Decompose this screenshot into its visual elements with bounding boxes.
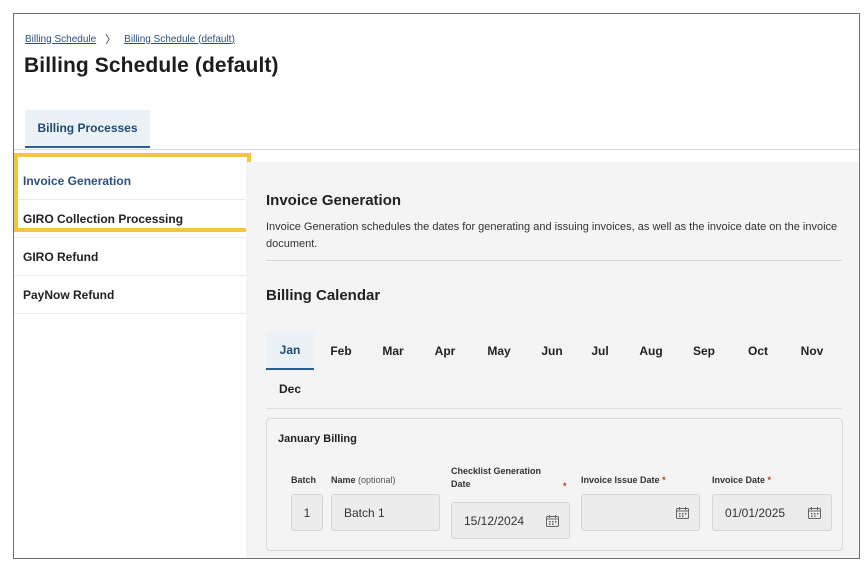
month-tab-feb[interactable]: Feb xyxy=(323,332,359,370)
name-label-text: Name xyxy=(331,475,356,485)
calendar-icon[interactable] xyxy=(546,514,559,527)
name-label: Name (optional) xyxy=(331,474,396,487)
issue-date-label-text: Invoice Issue Date xyxy=(581,475,660,485)
invoice-date-value: 01/01/2025 xyxy=(725,505,786,520)
batch-name-input[interactable]: Batch 1 xyxy=(331,494,440,531)
checklist-date-input[interactable]: 15/12/2024 xyxy=(451,502,570,539)
issue-date-input[interactable] xyxy=(581,494,700,531)
month-tab-sep[interactable]: Sep xyxy=(686,332,722,370)
invoice-required-mark: * xyxy=(767,475,772,485)
checklist-label-line1: Checklist Generation xyxy=(451,466,542,476)
section-description: Invoice Generation schedules the dates f… xyxy=(266,221,838,250)
month-tab-may[interactable]: May xyxy=(479,332,519,370)
month-tab-dec[interactable]: Dec xyxy=(266,370,314,408)
chevron-right-icon: 〉 xyxy=(105,34,117,46)
calendar-icon[interactable] xyxy=(676,506,689,519)
section-divider xyxy=(266,260,842,261)
month-tab-jul[interactable]: Jul xyxy=(582,332,618,370)
checklist-label-line2: Date xyxy=(451,479,471,489)
issue-date-label: Invoice Issue Date * xyxy=(581,474,666,487)
section-title: Invoice Generation xyxy=(266,192,402,209)
batch-label: Batch xyxy=(291,475,317,485)
sidebar-item-giro-collection-processing[interactable]: GIRO Collection Processing xyxy=(14,200,246,238)
calendar-icon[interactable] xyxy=(808,506,821,519)
calendar-title: Billing Calendar xyxy=(266,287,381,304)
month-tab-nov[interactable]: Nov xyxy=(794,332,830,370)
sidebar-item-paynow-refund[interactable]: PayNow Refund xyxy=(14,276,246,314)
batch-number-field: 1 xyxy=(291,494,323,531)
month-tab-oct[interactable]: Oct xyxy=(740,332,776,370)
sidebar-item-invoice-generation[interactable]: Invoice Generation xyxy=(14,162,246,200)
tab-billing-processes[interactable]: Billing Processes xyxy=(25,110,150,148)
checklist-label: Checklist Generation Date xyxy=(451,465,561,491)
issue-required-mark: * xyxy=(662,475,666,485)
month-tab-aug[interactable]: Aug xyxy=(631,332,671,370)
checklist-required-mark: * xyxy=(563,481,567,491)
months-divider xyxy=(266,408,842,409)
tab-divider xyxy=(14,149,859,150)
sidebar-item-giro-refund[interactable]: GIRO Refund xyxy=(14,238,246,276)
sidebar: Invoice Generation GIRO Collection Proce… xyxy=(14,162,246,314)
billing-card: January Billing Batch Name (optional) Ch… xyxy=(266,418,843,551)
checklist-date-value: 15/12/2024 xyxy=(464,513,525,528)
invoice-date-input[interactable]: 01/01/2025 xyxy=(712,494,832,531)
invoice-date-label: Invoice Date * xyxy=(712,474,771,487)
month-tab-jan[interactable]: Jan xyxy=(266,332,314,370)
breadcrumb-link-billing-schedule-default[interactable]: Billing Schedule (default) xyxy=(124,34,235,45)
breadcrumb-link-billing-schedule[interactable]: Billing Schedule xyxy=(25,34,96,45)
card-title: January Billing xyxy=(278,433,357,445)
month-tab-jun[interactable]: Jun xyxy=(534,332,570,370)
main-panel: Invoice Generation Invoice Generation sc… xyxy=(246,162,859,558)
page-title: Billing Schedule (default) xyxy=(24,54,279,77)
app-frame: Billing Schedule 〉 Billing Schedule (def… xyxy=(13,13,860,559)
name-optional-text: (optional) xyxy=(358,475,396,485)
month-tab-apr[interactable]: Apr xyxy=(427,332,463,370)
invoice-date-label-text: Invoice Date xyxy=(712,475,766,485)
month-tab-mar[interactable]: Mar xyxy=(375,332,411,370)
breadcrumb: Billing Schedule 〉 Billing Schedule (def… xyxy=(25,31,235,47)
